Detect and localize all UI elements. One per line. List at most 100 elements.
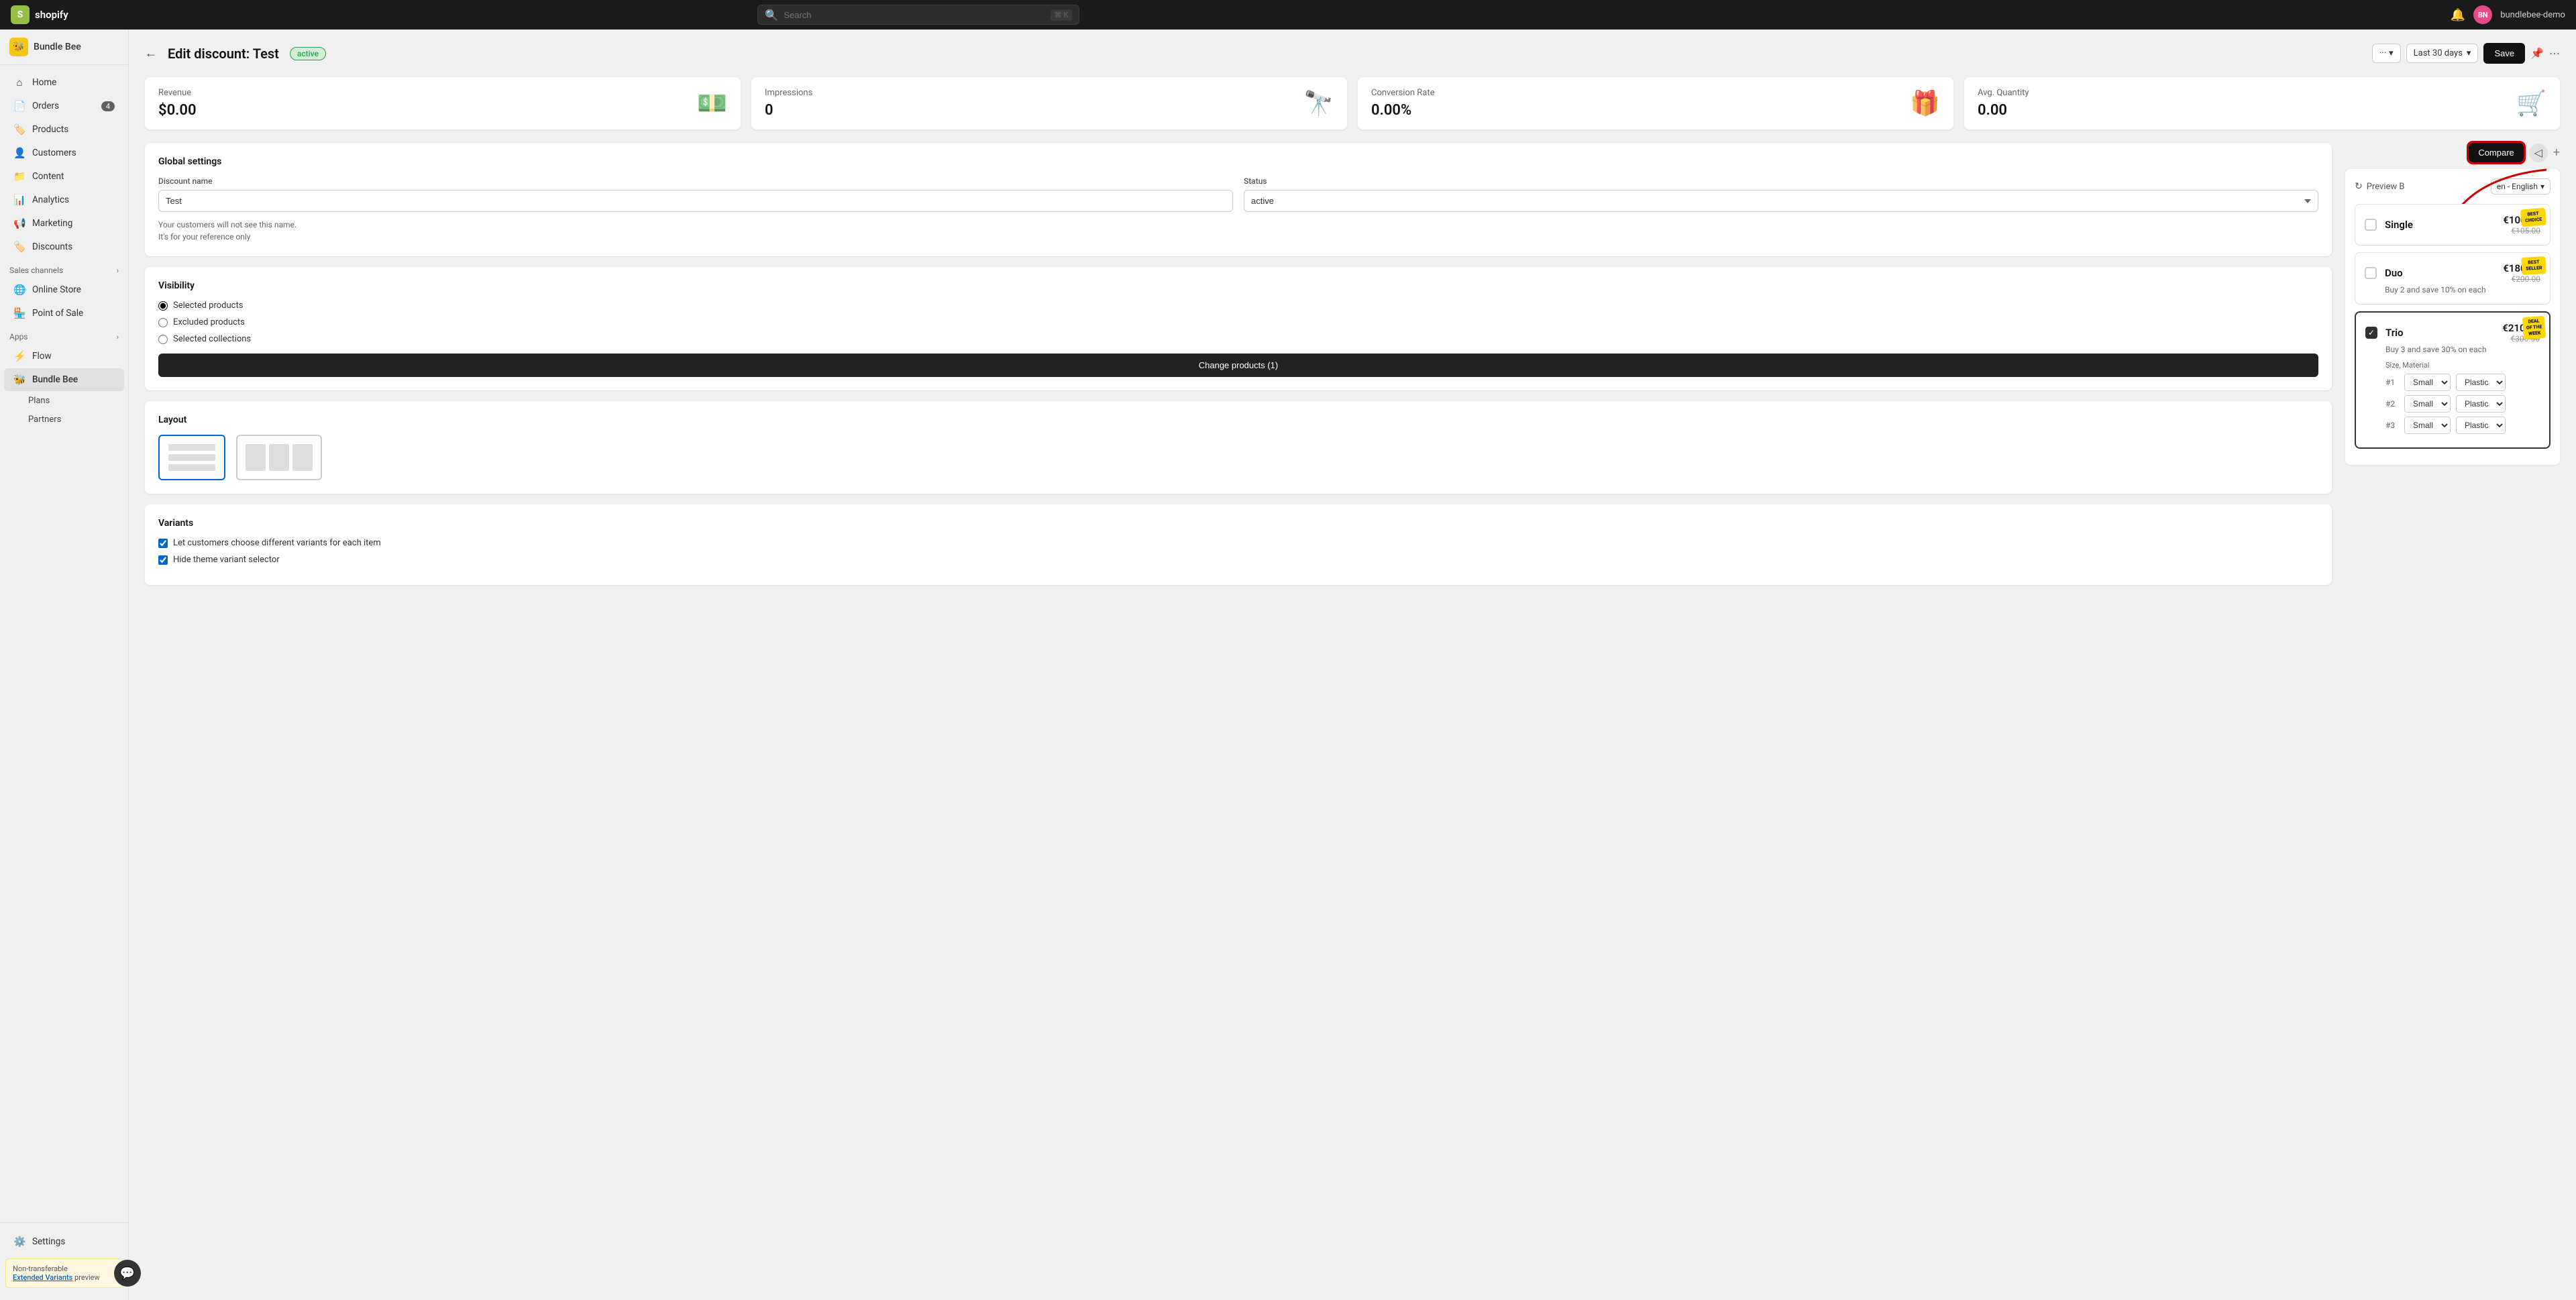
col2 (269, 444, 289, 471)
avatar[interactable]: BN (2473, 5, 2492, 24)
status-select[interactable]: active inactive (1244, 190, 2318, 212)
variant-option-different[interactable]: Let customers choose different variants … (158, 538, 2318, 548)
variant-option-hide[interactable]: Hide theme variant selector (158, 555, 2318, 565)
preview-toggle-button[interactable]: ◁ (2529, 144, 2548, 162)
radio-excluded-products[interactable] (158, 318, 168, 327)
sidebar-item-customers[interactable]: 👤 Customers (4, 142, 124, 164)
discount-name-input[interactable] (158, 190, 1233, 212)
page-more-icon[interactable]: ⋯ (2549, 47, 2560, 60)
columns-layout-icon (246, 444, 313, 471)
discount-name-group: Discount name (158, 176, 1233, 212)
trio-size-select-2[interactable]: Small (2404, 395, 2451, 413)
search-input[interactable] (784, 10, 1044, 20)
trio-size-select-1[interactable]: Small (2404, 374, 2451, 391)
line1 (168, 444, 215, 451)
back-button[interactable]: ← (145, 46, 157, 60)
layout-title: Layout (158, 415, 2318, 425)
trio-size-select-3[interactable]: Small (2404, 417, 2451, 434)
language-selector[interactable]: en - English ▾ (2491, 178, 2551, 195)
sidebar-item-flow[interactable]: ⚡ Flow (4, 345, 124, 368)
layout-options (158, 435, 2318, 480)
footer-banner-link[interactable]: Extended Variants (13, 1273, 72, 1282)
home-icon: ⌂ (13, 76, 25, 89)
sidebar-item-online-store[interactable]: 🌐 Online Store (4, 278, 124, 301)
trio-variant-row-3: #3 Small Plastic (2385, 417, 2540, 434)
visibility-option-selected-products[interactable]: Selected products (158, 301, 2318, 311)
radio-selected-products[interactable] (158, 301, 168, 311)
brand-icon: 🐝 (9, 38, 28, 56)
revenue-value: $0.00 (158, 102, 197, 119)
compare-button[interactable]: Compare (2469, 143, 2523, 162)
conversion-value: 0.00% (1371, 102, 1435, 119)
single-original-price: €105.00 (2503, 226, 2540, 235)
orders-badge: 4 (101, 101, 115, 111)
save-button[interactable]: Save (2483, 43, 2525, 64)
apps-expand-icon[interactable]: › (117, 333, 119, 341)
content-icon: 📁 (13, 170, 25, 182)
trio-material-select-2[interactable]: Plastic (2456, 395, 2506, 413)
visibility-option-selected-collections[interactable]: Selected collections (158, 334, 2318, 344)
notification-icon[interactable]: 🔔 (2451, 8, 2465, 22)
add-preview-button[interactable]: + (2553, 146, 2560, 160)
chat-button[interactable]: 💬 (114, 1260, 141, 1287)
bundle-card-single: BESTCHOICE Single €100.00 €105.00 (2355, 204, 2551, 246)
sidebar-item-label: Point of Sale (32, 308, 83, 319)
search-bar[interactable]: 🔍 ⌘ K (757, 5, 1079, 25)
sidebar-item-label: Products (32, 124, 68, 135)
sidebar-item-analytics[interactable]: 📊 Analytics (4, 188, 124, 211)
sidebar-item-label: Discounts (32, 241, 72, 252)
date-range-selector[interactable]: Last 30 days ▾ (2406, 44, 2479, 63)
pin-icon[interactable]: 📌 (2530, 47, 2544, 60)
sales-channels-label: Sales channels (9, 266, 63, 275)
topbar-right: 🔔 BN bundlebee-demo (2451, 5, 2565, 24)
more-options-button[interactable]: ··· ▾ (2372, 44, 2401, 63)
excluded-products-label: Excluded products (173, 317, 245, 327)
shopify-logo: S shopify (11, 5, 68, 24)
trio-checkbox[interactable]: ✓ (2365, 327, 2377, 339)
refresh-icon[interactable]: ↻ (2355, 181, 2363, 192)
sidebar-item-plans[interactable]: Plans (4, 392, 124, 410)
sidebar-item-label: Customers (32, 148, 76, 158)
sidebar-item-point-of-sale[interactable]: 🏪 Point of Sale (4, 302, 124, 325)
sidebar-item-marketing[interactable]: 📢 Marketing (4, 212, 124, 235)
expand-icon[interactable]: › (117, 266, 119, 275)
duo-checkbox[interactable] (2365, 267, 2377, 279)
sidebar-item-bundle-bee[interactable]: 🐝 Bundle Bee (4, 368, 124, 391)
radio-selected-collections[interactable] (158, 335, 168, 344)
duo-original-price: €200.00 (2503, 274, 2540, 284)
single-checkbox[interactable] (2365, 219, 2377, 231)
sidebar: 🐝 Bundle Bee ⌂ Home 📄 Orders 4 🏷️ Produc… (0, 30, 129, 1300)
trio-material-select-3[interactable]: Plastic (2456, 417, 2506, 434)
line3 (168, 464, 215, 471)
sidebar-item-partners[interactable]: Partners (4, 411, 124, 429)
sidebar-item-home[interactable]: ⌂ Home (4, 71, 124, 94)
checkbox-hide-selector[interactable] (158, 555, 168, 565)
sidebar-item-label: Analytics (32, 195, 69, 205)
sidebar-item-settings[interactable]: ⚙️ Settings (4, 1230, 124, 1253)
variants-card: Variants Let customers choose different … (145, 504, 2332, 585)
sidebar-item-orders[interactable]: 📄 Orders 4 (4, 95, 124, 117)
shopify-logo-text: shopify (35, 9, 68, 21)
chevron-down-icon: ▾ (2389, 48, 2394, 58)
stat-info-impressions: Impressions 0 (765, 88, 812, 119)
stat-info-conversion: Conversion Rate 0.00% (1371, 88, 1435, 119)
avg-quantity-icon: 🛒 (2516, 89, 2546, 117)
layout-option-stacked[interactable] (158, 435, 225, 480)
sidebar-item-discounts[interactable]: 🏷️ Discounts (4, 235, 124, 258)
global-settings-title: Global settings (158, 156, 2318, 167)
avg-quantity-label: Avg. Quantity (1978, 88, 2029, 98)
sidebar-item-content[interactable]: 📁 Content (4, 165, 124, 188)
visibility-option-excluded-products[interactable]: Excluded products (158, 317, 2318, 327)
change-products-button[interactable]: Change products (1) (158, 354, 2318, 377)
trio-variants: Size, Material #1 Small Plastic #2 Small… (2365, 361, 2540, 434)
sidebar-item-products[interactable]: 🏷️ Products (4, 118, 124, 141)
sidebar-item-label: Flow (32, 351, 52, 362)
trio-material-select-1[interactable]: Plastic (2456, 374, 2506, 391)
preview-title: ↻ Preview B (2355, 181, 2404, 192)
selected-collections-label: Selected collections (173, 334, 251, 344)
checkbox-different-variants[interactable] (158, 539, 168, 548)
stat-card-conversion: Conversion Rate 0.00% 🎁 (1358, 77, 1953, 129)
layout-option-columns[interactable] (236, 435, 322, 480)
status-label: Status (1244, 176, 2318, 186)
main-layout: 🐝 Bundle Bee ⌂ Home 📄 Orders 4 🏷️ Produc… (0, 30, 2576, 1300)
